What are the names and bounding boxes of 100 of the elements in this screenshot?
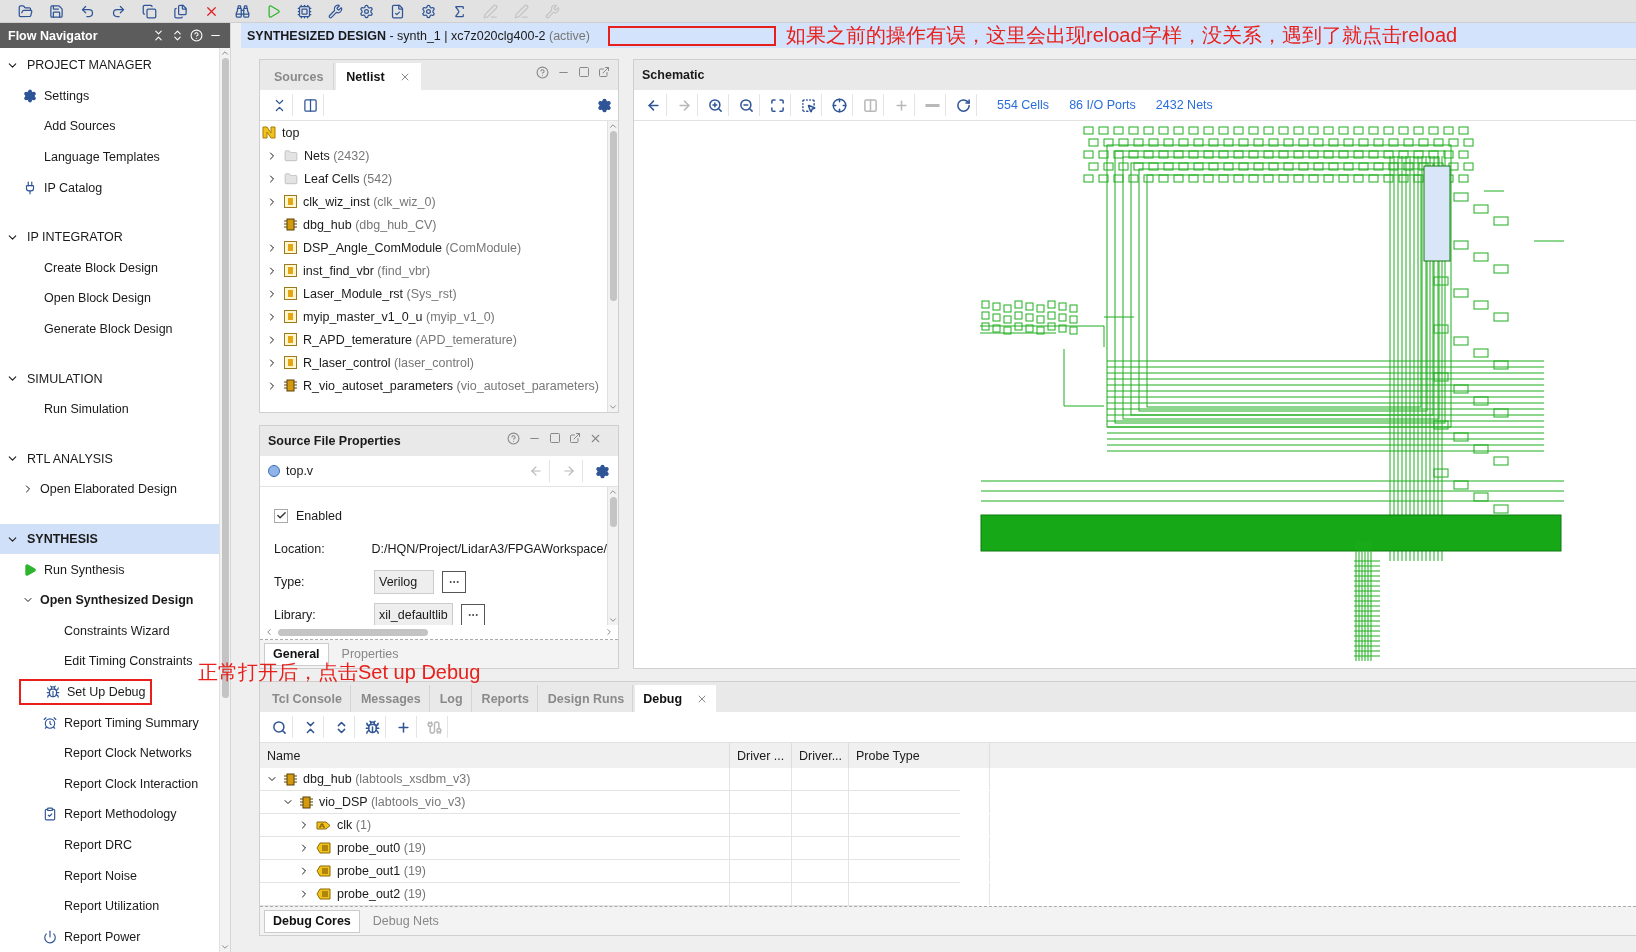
nav-section-header[interactable]: SIMULATION [0, 363, 219, 394]
tree-row[interactable]: inst_find_vbr (find_vbr) [260, 259, 607, 282]
nav-item[interactable]: Run Simulation [0, 393, 133, 425]
tree-row[interactable]: R_laser_control (laser_control) [260, 351, 607, 374]
settings-button[interactable] [597, 97, 612, 113]
tree-row[interactable]: probe_out2 (19) [260, 883, 730, 905]
toolbar-icon[interactable] [359, 3, 374, 19]
tree-row[interactable]: Nets (2432) [260, 144, 607, 167]
clipboard-icon [43, 807, 57, 822]
field-label: Type: [274, 574, 306, 589]
nav-section-header[interactable]: PROJECT MANAGER [0, 50, 219, 81]
scroll-left-icon[interactable] [264, 627, 274, 637]
nav-section-header[interactable]: SYNTHESIS [0, 523, 219, 555]
stat-link[interactable]: 86 I/O Ports [1069, 98, 1136, 112]
scroll-up-icon[interactable] [608, 487, 618, 497]
nav-item[interactable]: Open Elaborated Design [0, 474, 181, 505]
float-icon[interactable] [569, 432, 581, 444]
nav-item[interactable]: Report Power [0, 921, 145, 952]
toolbar-icon[interactable] [390, 3, 405, 19]
scroll-up-icon[interactable] [608, 121, 618, 131]
nav-item[interactable]: IP Catalog [0, 172, 107, 203]
scroll-down-icon[interactable] [608, 615, 618, 625]
tree-row[interactable]: DSP_Angle_ComModule (ComModule) [260, 236, 607, 259]
scroll-thumb[interactable] [278, 628, 428, 636]
tree-row[interactable]: myip_master_v1_0_u (myip_v1_0) [260, 305, 607, 328]
panel-tab[interactable]: Netlist [336, 63, 421, 90]
tree-row[interactable]: top [260, 121, 607, 144]
nav-item[interactable]: Open Synthesized Design [0, 584, 198, 616]
toolbar-icon[interactable] [297, 3, 312, 19]
scroll-thumb[interactable] [609, 497, 617, 527]
select-field[interactable]: Verilog [374, 569, 434, 594]
toolbar-icon[interactable] [142, 3, 157, 19]
select-field[interactable]: xil_defaultlib [374, 602, 453, 625]
tree-row[interactable]: R_APD_temerature (APD_temerature) [260, 328, 607, 351]
browse-button[interactable] [442, 570, 466, 593]
toolbar-icon[interactable] [18, 3, 33, 19]
nav-item[interactable]: Add Sources [0, 111, 120, 142]
scroll-down-icon[interactable] [608, 402, 618, 412]
nav-item[interactable]: Set Up Debug [19, 678, 152, 706]
scroll-right-icon[interactable] [604, 627, 614, 637]
tree-row[interactable]: Laser_Module_rst (Sys_rst) [260, 282, 607, 305]
nav-item[interactable]: Language Templates [0, 141, 164, 173]
column-header[interactable]: Name [260, 743, 730, 768]
tree-row[interactable]: dbg_hub (dbg_hub_CV) [260, 213, 607, 236]
module-icon [284, 264, 297, 277]
nav-item[interactable]: Report Utilization [0, 890, 164, 922]
scroll-up-icon[interactable] [220, 48, 230, 58]
panel-tab[interactable]: Debug [635, 685, 717, 712]
float-icon[interactable] [598, 66, 610, 78]
panel-tab[interactable]: Debug Cores [264, 909, 360, 933]
design-title: SYNTHESIZED DESIGN - synth_1 | xc7z020clg400-2 (active) [247, 28, 590, 43]
stat-link[interactable]: 554 Cells [997, 98, 1050, 112]
scroll-down-icon[interactable] [220, 942, 230, 952]
tree-row[interactable]: Leaf Cells (542) [260, 167, 607, 190]
toolbar-icon[interactable] [421, 3, 436, 19]
tree-row[interactable]: clk (1) [260, 814, 730, 836]
nav-item[interactable]: Generate Block Design [0, 313, 177, 345]
nav-item[interactable]: Report Noise [0, 860, 141, 891]
browse-button[interactable] [460, 603, 485, 625]
toolbar-icon[interactable] [328, 3, 343, 19]
help-icon[interactable] [536, 65, 549, 79]
tree-row[interactable]: dbg_hub (labtools_xsdbm_v3) [260, 768, 730, 790]
toolbar-icon[interactable] [173, 3, 188, 19]
toolbar-icon[interactable] [111, 3, 126, 19]
nav-item[interactable]: Open Block Design [0, 283, 155, 314]
column-header[interactable]: Probe Type [849, 743, 990, 768]
tree-row[interactable]: probe_out1 (19) [260, 860, 730, 882]
nav-item[interactable]: Create Block Design [0, 252, 162, 284]
nav-section-header[interactable]: RTL ANALYSIS [0, 443, 219, 475]
checkbox[interactable] [274, 508, 288, 523]
toolbar-icon[interactable] [49, 3, 64, 19]
run-icon [23, 562, 37, 577]
nav-item[interactable]: Report Methodology [0, 799, 181, 830]
nav-item[interactable]: Settings [0, 80, 94, 112]
maximize-icon[interactable] [578, 66, 590, 78]
toolbar-icon[interactable] [235, 3, 250, 19]
stat-link[interactable]: 2432 Nets [1155, 98, 1213, 112]
tree-row[interactable]: probe_out0 (19) [260, 837, 730, 859]
scroll-thumb[interactable] [609, 131, 617, 301]
tree-row[interactable]: R_vio_autoset_parameters (vio_autoset_parameters) [260, 374, 607, 397]
nav-item[interactable]: Report Clock Networks [0, 737, 196, 769]
forward-arrow-icon [676, 97, 692, 113]
tree-row[interactable]: vio_DSP (labtools_vio_v3) [260, 791, 730, 813]
help-icon[interactable] [507, 431, 520, 445]
column-header[interactable]: Driver ... [730, 743, 792, 768]
nav-item[interactable]: Edit Timing Constraints [0, 646, 197, 677]
nav-item[interactable]: Report DRC [0, 829, 137, 861]
nav-item[interactable]: Constraints Wizard [0, 615, 174, 647]
nav-section-header[interactable]: IP INTEGRATOR [0, 221, 219, 253]
tree-row[interactable]: clk_wiz_inst (clk_wiz_0) [260, 190, 607, 213]
settings-button[interactable] [595, 463, 610, 479]
toolbar-icon[interactable] [80, 3, 95, 19]
nav-item[interactable]: Run Synthesis [0, 554, 129, 585]
nav-item[interactable]: Report Clock Interaction [0, 768, 203, 800]
collapse-all-icon[interactable] [152, 29, 165, 42]
nav-item[interactable]: Report Timing Summary [0, 707, 203, 738]
toolbar-icon[interactable] [452, 3, 467, 19]
expand-all-icon[interactable] [171, 29, 184, 42]
column-header[interactable]: Driver... [792, 743, 849, 768]
maximize-icon[interactable] [549, 432, 561, 444]
